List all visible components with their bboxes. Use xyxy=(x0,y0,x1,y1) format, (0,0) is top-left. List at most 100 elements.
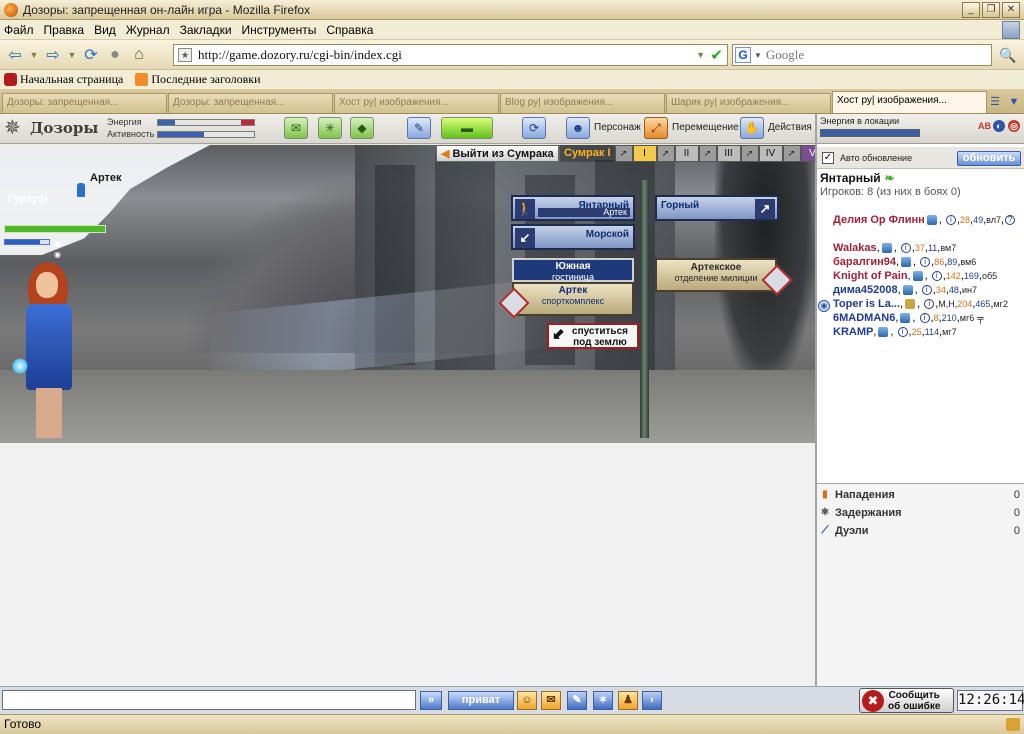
maximize-button[interactable]: ❐ xyxy=(982,2,1000,18)
browser-tab[interactable]: Дозоры: запрещенная... xyxy=(168,93,333,113)
list-all-tabs-icon[interactable]: ☰ xyxy=(987,94,1003,110)
player-row[interactable]: KRAMP,, i, 25, 114, мг7 xyxy=(833,326,957,338)
info-icon[interactable]: i xyxy=(921,285,932,295)
tabs-dropdown-icon[interactable]: ▼ xyxy=(1006,94,1022,110)
forward-dropdown-icon[interactable]: ▼ xyxy=(66,44,78,66)
stop-icon[interactable]: ● xyxy=(104,44,126,66)
url-text[interactable]: http://game.dozory.ru/cgi-bin/index.cgi xyxy=(198,47,402,63)
browser-tab[interactable]: Шарик ру| изображения... xyxy=(666,93,831,113)
reload-icon[interactable]: ⟳ xyxy=(80,44,102,66)
info-icon[interactable]: i xyxy=(900,243,911,253)
event-arrests[interactable]: ⚛ Задержания 0 xyxy=(817,504,1024,522)
arrow-right-icon[interactable]: › xyxy=(642,691,662,710)
globe-icon[interactable]: ◐ xyxy=(993,120,1005,132)
browser-tab-active[interactable]: Хост ру| изображения... xyxy=(832,91,987,113)
twilight-arrow-icon[interactable]: ➚ xyxy=(740,145,759,162)
player-avatar[interactable] xyxy=(10,262,90,440)
movement-icon[interactable]: ⤢ xyxy=(644,117,668,139)
sign-yantarny[interactable]: 🚶 Янтарный Артек xyxy=(511,195,635,221)
mail-button[interactable]: ✉ xyxy=(284,117,308,139)
nav-actions-label[interactable]: Действия xyxy=(768,122,812,133)
quest-button[interactable]: ✎ xyxy=(407,117,431,139)
nav-move-label[interactable]: Перемещение xyxy=(672,122,739,133)
sign-yuzhnaya[interactable]: Южная гостиница xyxy=(512,258,634,282)
refresh-button[interactable]: обновить xyxy=(957,151,1021,166)
chat-input[interactable] xyxy=(2,690,416,710)
twilight-level[interactable]: III xyxy=(716,145,741,162)
bookmark-home[interactable]: Начальная страница xyxy=(4,72,123,87)
refresh-game-button[interactable]: ⟳ xyxy=(522,117,546,139)
info-icon[interactable]: i xyxy=(919,313,930,323)
twilight-arrow-icon[interactable]: ➚ xyxy=(698,145,717,162)
go-icon[interactable]: ✔ xyxy=(710,46,723,64)
actions-icon[interactable]: ✋ xyxy=(740,117,764,139)
player-row[interactable]: Делия Ор Флинн, i, 28, 49, вл7,? xyxy=(833,214,1016,226)
minimize-button[interactable]: _ xyxy=(962,2,980,18)
twilight-level[interactable]: IV xyxy=(758,145,783,162)
pen-icon[interactable]: ✎ xyxy=(567,691,587,710)
menu-tools[interactable]: Инструменты xyxy=(242,23,317,37)
send-icon[interactable]: » xyxy=(420,691,442,710)
crystal-button[interactable]: ◆ xyxy=(350,117,374,139)
event-duels[interactable]: ⟋ Дуэли 0 xyxy=(817,522,1024,540)
back-icon[interactable]: ⇦ xyxy=(4,44,26,66)
speech-icon[interactable]: ✉ xyxy=(541,691,561,710)
private-button[interactable]: приват xyxy=(448,691,514,710)
twilight-arrow-icon[interactable]: ➚ xyxy=(782,145,801,162)
magic-wand-icon[interactable]: ✶ xyxy=(593,691,613,710)
exit-twilight-button[interactable]: ◀ Выйти из Сумрака xyxy=(436,145,559,162)
google-engine-icon[interactable]: G xyxy=(735,47,751,63)
browser-tab[interactable]: Дозоры: запрещенная... xyxy=(2,93,167,113)
player-row[interactable]: дима452008,, i, 34, 48, ин7 xyxy=(833,284,977,296)
character-icon[interactable]: ☻ xyxy=(566,117,590,139)
menu-edit[interactable]: Правка xyxy=(44,23,85,37)
ab-icon[interactable]: AB xyxy=(978,120,991,132)
info-icon[interactable]: i xyxy=(920,257,931,267)
report-bug-button[interactable]: ✖ Сообщить об ошибке xyxy=(859,688,954,713)
browser-tab[interactable]: Blog ру| изображения... xyxy=(500,93,665,113)
twilight-level[interactable]: II xyxy=(674,145,699,162)
menu-history[interactable]: Журнал xyxy=(126,23,170,37)
browser-tab[interactable]: Хост ру| изображения... xyxy=(334,93,499,113)
url-dropdown-icon[interactable]: ▼ xyxy=(696,50,705,60)
player-row[interactable]: Walakas,, i, 37, 11, вм7 xyxy=(833,242,956,254)
back-dropdown-icon[interactable]: ▼ xyxy=(28,44,40,66)
twilight-arrow-icon[interactable]: ➚ xyxy=(614,145,633,162)
nav-person-label[interactable]: Персонаж xyxy=(594,122,641,133)
sign-artek-sport[interactable]: Артек спорткомплекс xyxy=(512,282,634,316)
twilight-arrow-icon[interactable]: ➚ xyxy=(656,145,675,162)
map-region-artek[interactable]: Артек xyxy=(90,172,122,184)
menu-help[interactable]: Справка xyxy=(326,23,373,37)
address-bar[interactable]: ★ http://game.dozory.ru/cgi-bin/index.cg… xyxy=(173,44,728,66)
engine-dropdown-icon[interactable]: ▼ xyxy=(754,51,762,60)
menu-bookmarks[interactable]: Закладки xyxy=(180,23,232,37)
smiley-icon[interactable]: ☺ xyxy=(517,691,537,710)
player-row[interactable]: баралгин94,, i, 86, 89, вм6 xyxy=(833,256,976,268)
people-icon[interactable]: ♟ xyxy=(618,691,638,710)
home-icon[interactable]: ⌂ xyxy=(128,44,150,66)
menu-file[interactable]: Файл xyxy=(4,23,34,37)
info-icon[interactable]: i xyxy=(931,271,942,281)
menu-view[interactable]: Вид xyxy=(94,23,116,37)
money-button[interactable]: ▬ xyxy=(441,117,493,139)
search-box[interactable]: G ▼ xyxy=(732,44,992,66)
search-go-icon[interactable]: 🔍 xyxy=(997,47,1019,65)
auto-refresh-checkbox[interactable]: ✓ xyxy=(822,151,834,164)
sign-gorny[interactable]: Горный ↗ xyxy=(655,195,779,221)
sign-militia[interactable]: Артекское отделение милиции xyxy=(655,258,777,292)
event-attacks[interactable]: ▮ Нападения 0 xyxy=(817,486,1024,504)
sign-morskoy[interactable]: ↙ Морской xyxy=(511,224,635,250)
bookmark-latest[interactable]: Последние заголовки xyxy=(135,72,261,87)
map-region-gurzuf[interactable]: Гурзуф xyxy=(8,193,47,205)
player-row[interactable]: 6MADMAN6,, i, 8, 210, мг6 ╤ xyxy=(833,312,984,324)
magic-button[interactable]: ✳ xyxy=(318,117,342,139)
player-row-selected[interactable]: Toper is La...,, i, M,H, 204, 465, мг2 xyxy=(833,298,1008,310)
info-icon[interactable]: i xyxy=(897,327,908,337)
forward-icon[interactable]: ⇨ xyxy=(42,44,64,66)
close-button[interactable]: ✕ xyxy=(1002,2,1020,18)
player-row[interactable]: Knight of Pain,, i, 142, 169, об5 xyxy=(833,270,997,282)
info-icon[interactable]: i xyxy=(924,299,935,309)
descend-underground-button[interactable]: ⬋ спуститься под землю xyxy=(547,323,639,349)
search-input[interactable] xyxy=(765,47,966,63)
target-icon[interactable]: ◎ xyxy=(1008,120,1020,132)
